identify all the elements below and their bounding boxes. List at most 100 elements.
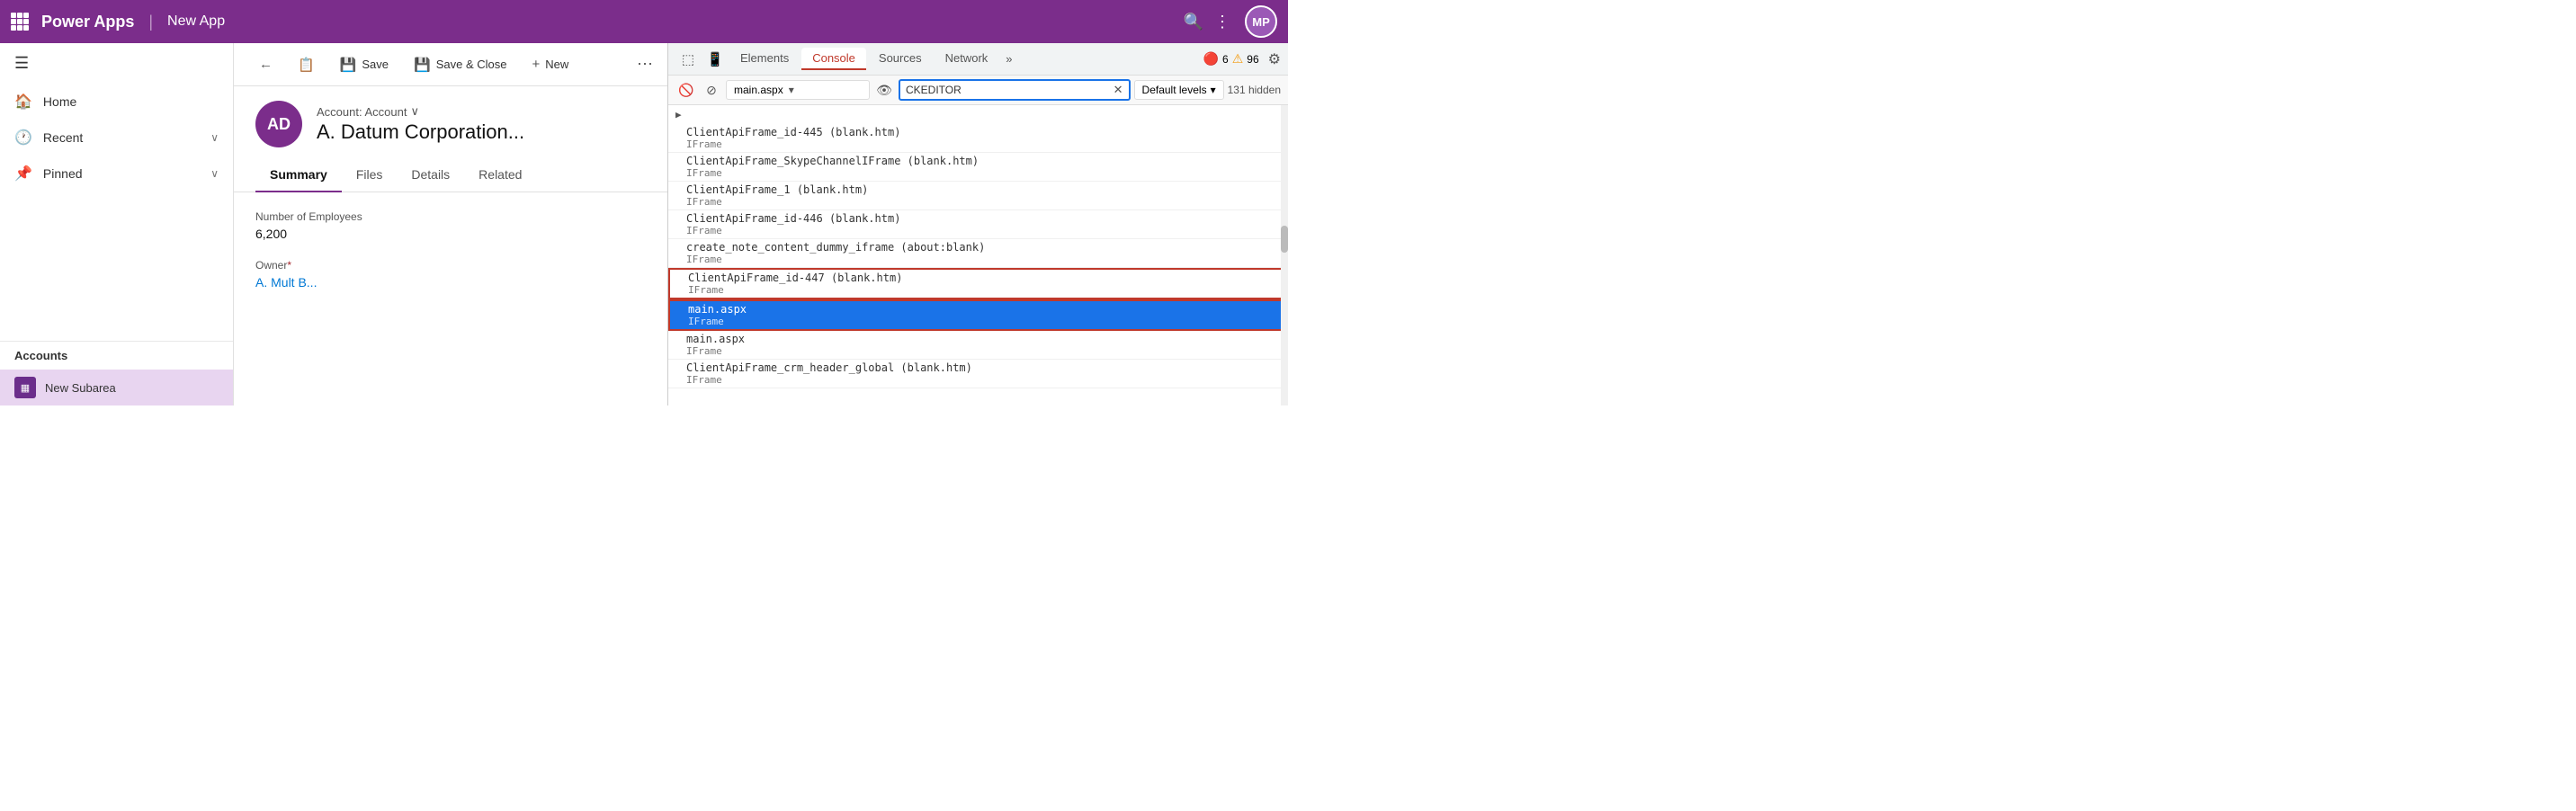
back-button[interactable]: ←	[248, 51, 283, 77]
tab-details[interactable]: Details	[397, 158, 464, 192]
devtools-settings-icon[interactable]: ⚙	[1268, 50, 1281, 68]
save-close-icon: 💾	[414, 57, 431, 73]
console-item-main: ClientApiFrame_SkypeChannelIFrame (blank…	[686, 155, 1281, 167]
waffle-icon[interactable]	[11, 13, 29, 31]
console-item[interactable]: ClientApiFrame_id-447 (blank.htm)IFrame	[668, 268, 1288, 299]
console-item-main: ClientApiFrame_id-446 (blank.htm)	[686, 212, 1281, 225]
console-item-main: create_note_content_dummy_iframe (about:…	[686, 241, 1281, 254]
title-divider: |	[148, 13, 153, 31]
devtools-toolbar: 🚫 ⊘ main.aspx ▾ 👁 ✕ Default levels ▾ 131…	[668, 76, 1288, 105]
console-item[interactable]: ClientApiFrame_id-446 (blank.htm)IFrame	[668, 210, 1288, 239]
console-item-sub: IFrame	[686, 225, 1281, 236]
context-value: main.aspx	[734, 84, 783, 96]
console-item[interactable]: ClientApiFrame_crm_header_global (blank.…	[668, 360, 1288, 388]
form-button[interactable]: 📋	[287, 51, 326, 78]
console-item-sub: IFrame	[688, 284, 1279, 296]
command-bar: ← 📋 💾 Save 💾 Save & Close + New ⋯	[234, 43, 667, 86]
filter-input-wrapper: ✕	[899, 79, 1131, 101]
scroll-indicator[interactable]	[1281, 105, 1288, 406]
console-expand-row[interactable]: ▶	[668, 105, 1288, 124]
record-avatar: AD	[255, 101, 302, 147]
tab-related[interactable]: Related	[464, 158, 536, 192]
owner-value[interactable]: A. Mult B...	[255, 275, 646, 290]
context-selector[interactable]: main.aspx ▾	[726, 80, 870, 100]
employees-value: 6,200	[255, 227, 646, 241]
topbar-more-icon[interactable]: ⋮	[1214, 13, 1230, 31]
scroll-thumb[interactable]	[1281, 226, 1288, 253]
level-label: Default levels	[1142, 84, 1207, 96]
clear-console-button[interactable]: 🚫	[675, 79, 697, 101]
back-icon: ←	[259, 57, 273, 72]
subarea-label: New Subarea	[45, 381, 116, 395]
devtools-more-tabs-icon[interactable]: »	[1000, 49, 1017, 69]
owner-required-star: *	[287, 259, 291, 272]
devtools-tab-elements[interactable]: Elements	[729, 48, 800, 70]
eye-button[interactable]: 👁	[873, 79, 895, 101]
app-title: Power Apps	[41, 13, 134, 31]
console-item[interactable]: ClientApiFrame_id-445 (blank.htm)IFrame	[668, 124, 1288, 153]
owner-label: Owner*	[255, 259, 646, 272]
new-button[interactable]: + New	[521, 51, 579, 77]
record-header: AD Account: Account ∨ A. Datum Corporati…	[234, 86, 667, 192]
subarea-icon: ▦	[14, 377, 36, 398]
app-name: New App	[167, 13, 225, 30]
console-item-main: ClientApiFrame_id-447 (blank.htm)	[688, 272, 1279, 284]
console-item[interactable]: main.aspxIFrame	[668, 331, 1288, 360]
recent-icon: 🕐	[14, 129, 32, 147]
record-type: Account: Account ∨	[317, 104, 646, 119]
devtools-tab-network[interactable]: Network	[935, 48, 999, 70]
console-item-sub: IFrame	[686, 167, 1281, 179]
filter-clear-icon[interactable]: ✕	[1114, 83, 1123, 97]
level-selector[interactable]: Default levels ▾	[1134, 80, 1224, 100]
level-chevron-icon: ▾	[1211, 84, 1216, 96]
record-type-chevron-icon: ∨	[410, 104, 419, 119]
expand-arrow-icon: ▶	[675, 109, 682, 120]
console-item[interactable]: ClientApiFrame_1 (blank.htm)IFrame	[668, 182, 1288, 210]
commandbar-more-icon[interactable]: ⋯	[637, 55, 653, 74]
console-item-sub: IFrame	[686, 374, 1281, 386]
record-tabs: Summary Files Details Related	[255, 158, 646, 192]
console-item[interactable]: main.aspxIFrame	[668, 299, 1288, 331]
hidden-count: 131 hidden	[1228, 84, 1281, 96]
error-count-badge: 🔴 6 ⚠ 96	[1196, 49, 1266, 68]
top-bar: Power Apps | New App 🔍 ⋮ MP	[0, 0, 1288, 43]
sidebar-toggle[interactable]: ☰	[0, 43, 233, 84]
pinned-icon: 📌	[14, 165, 32, 183]
recent-chevron-icon: ∨	[210, 131, 219, 144]
content-area: ← 📋 💾 Save 💾 Save & Close + New ⋯	[234, 43, 667, 406]
employees-label: Number of Employees	[255, 210, 646, 223]
console-item-main: ClientApiFrame_1 (blank.htm)	[686, 183, 1281, 196]
save-icon: 💾	[340, 57, 357, 73]
devtools-device-icon[interactable]: 📱	[702, 47, 728, 72]
user-avatar[interactable]: MP	[1245, 5, 1277, 38]
record-title-row: AD Account: Account ∨ A. Datum Corporati…	[255, 101, 646, 147]
form-icon: 📋	[298, 57, 315, 73]
save-button[interactable]: 💾 Save	[329, 51, 399, 78]
tab-summary[interactable]: Summary	[255, 158, 342, 192]
sidebar-item-recent[interactable]: 🕐 Recent ∨	[0, 120, 233, 156]
console-item-sub: IFrame	[686, 138, 1281, 150]
record-name: A. Datum Corporation...	[317, 120, 646, 144]
console-item-main: main.aspx	[688, 303, 1279, 316]
sidebar-item-pinned[interactable]: 📌 Pinned ∨	[0, 156, 233, 192]
save-close-button[interactable]: 💾 Save & Close	[403, 51, 517, 78]
sidebar-item-home[interactable]: 🏠 Home	[0, 84, 233, 120]
main-layout: ☰ 🏠 Home 🕐 Recent ∨ 📌 Pinned ∨ Accounts …	[0, 43, 1288, 406]
search-icon[interactable]: 🔍	[1184, 13, 1203, 31]
devtools-tab-console[interactable]: Console	[801, 48, 866, 70]
console-output[interactable]: ▶ ClientApiFrame_id-445 (blank.htm)IFram…	[668, 105, 1288, 406]
devtools-inspect-icon[interactable]: ⬚	[675, 47, 701, 72]
filter-input[interactable]	[906, 84, 1110, 96]
console-item-sub: IFrame	[686, 254, 1281, 265]
stop-recording-button[interactable]: ⊘	[701, 79, 722, 101]
accounts-section-header: Accounts	[0, 341, 233, 370]
devtools-tab-sources[interactable]: Sources	[868, 48, 933, 70]
console-item[interactable]: create_note_content_dummy_iframe (about:…	[668, 239, 1288, 268]
home-icon: 🏠	[14, 93, 32, 111]
console-list: ClientApiFrame_id-445 (blank.htm)IFrame C…	[668, 124, 1288, 388]
tab-files[interactable]: Files	[342, 158, 398, 192]
warn-icon: ⚠	[1232, 51, 1244, 67]
sidebar-subarea[interactable]: ▦ New Subarea	[0, 370, 233, 406]
console-item-sub: IFrame	[686, 196, 1281, 208]
console-item[interactable]: ClientApiFrame_SkypeChannelIFrame (blank…	[668, 153, 1288, 182]
